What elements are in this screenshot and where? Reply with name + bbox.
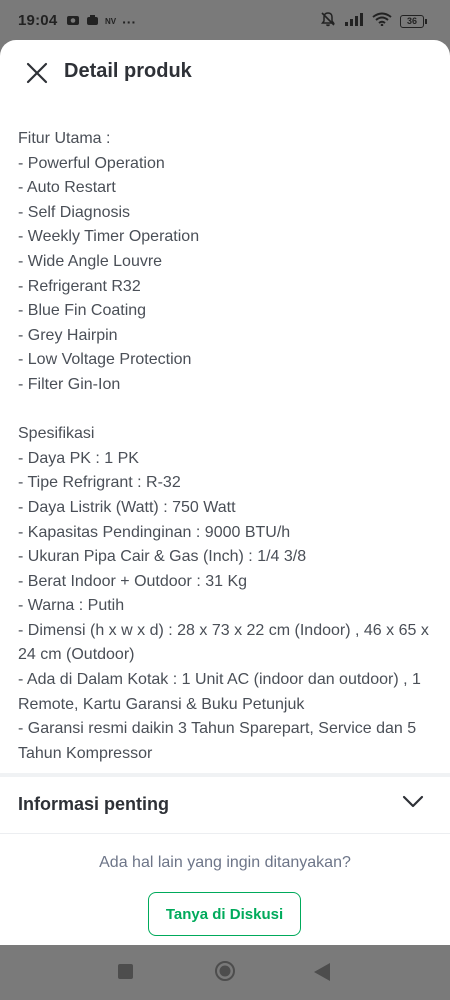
feature-item: - Auto Restart: [18, 179, 116, 197]
feature-item: - Grey Hairpin: [18, 326, 118, 344]
app-notification-icon: [86, 13, 99, 30]
question-prompt: Ada hal lain yang ingin ditanyakan?: [99, 854, 351, 871]
nv-notification-icon: NV: [105, 17, 117, 26]
wifi-icon: [372, 12, 392, 30]
recent-apps-icon[interactable]: [118, 964, 133, 979]
system-nav-bar: [0, 945, 450, 1000]
important-info-accordion[interactable]: Informasi penting: [0, 777, 450, 832]
feature-item: - Refrigerant R32: [18, 277, 141, 295]
feature-item: - Wide Angle Louvre: [18, 252, 163, 270]
spec-item: - Tipe Refrigrant : R-32: [18, 474, 181, 492]
back-icon[interactable]: [313, 962, 331, 982]
camera-notification-icon: [66, 13, 80, 30]
feature-item: - Self Diagnosis: [18, 203, 131, 221]
battery-icon: 36: [400, 14, 427, 28]
close-button[interactable]: [22, 58, 52, 88]
spec-item: - Warna : Putih: [18, 597, 125, 615]
spec-item: - Ada di Dalam Kotak : 1 Unit AC (indoor…: [18, 671, 421, 713]
spec-item: - Daya Listrik (Watt) : 750 Watt: [18, 498, 236, 516]
divider: [0, 833, 450, 834]
spec-item: - Berat Indoor + Outdoor : 31 Kg: [18, 572, 248, 590]
feature-item: - Blue Fin Coating: [18, 302, 147, 320]
page-title: Detail produk: [64, 60, 192, 82]
feature-item: - Filter Gin-Ion: [18, 375, 121, 393]
specs-heading: Spesifikasi: [18, 425, 95, 443]
feature-item: - Powerful Operation: [18, 154, 165, 172]
more-notifications-icon: ···: [122, 13, 137, 30]
spec-item: - Dimensi (h x w x d) : 28 x 73 x 22 cm …: [18, 621, 429, 664]
product-detail-sheet: Detail produk Fitur Utama : - Powerful O…: [0, 40, 450, 945]
status-left-icons: NV ···: [66, 13, 136, 30]
status-time: 19:04: [18, 12, 58, 29]
status-bar: 19:04 NV ··· 36: [0, 0, 450, 40]
features-heading: Fitur Utama :: [18, 130, 111, 147]
signal-icon: [344, 12, 364, 30]
feature-item: - Weekly Timer Operation: [18, 228, 200, 246]
sheet-header: Detail produk: [0, 40, 450, 106]
status-right-icons: 36: [320, 11, 427, 31]
chevron-down-icon: [402, 795, 424, 808]
mute-icon: [320, 11, 336, 31]
product-description: Fitur Utama : - Powerful Operation - Aut…: [18, 127, 438, 766]
important-info-title: Informasi penting: [18, 794, 170, 814]
spec-item: - Ukuran Pipa Cair & Gas (Inch) : 1/4 3/…: [18, 548, 307, 566]
home-icon[interactable]: [214, 960, 236, 982]
feature-item: - Low Voltage Protection: [18, 351, 192, 369]
ask-discussion-button[interactable]: Tanya di Diskusi: [148, 892, 301, 936]
spec-item: - Garansi resmi daikin 3 Tahun Sparepart…: [18, 720, 417, 762]
spec-item: - Daya PK : 1 PK: [18, 449, 139, 467]
spec-item: - Kapasitas Pendinginan : 9000 BTU/h: [18, 523, 291, 541]
close-icon: [26, 62, 48, 84]
